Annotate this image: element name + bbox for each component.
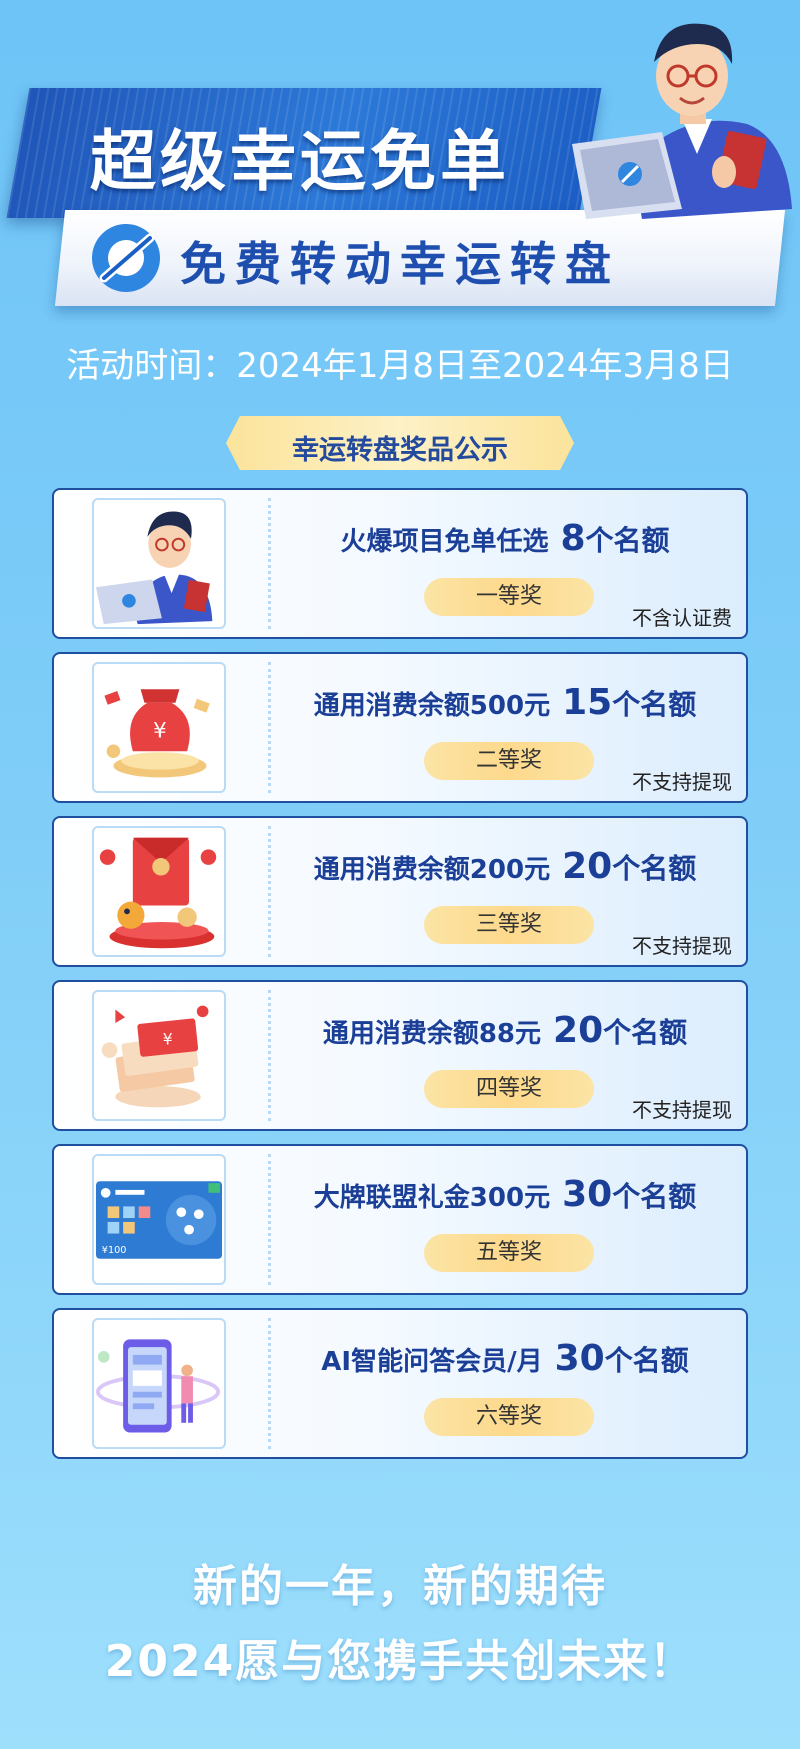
prize-level-badge: 六等奖 bbox=[424, 1398, 594, 1436]
svg-text:¥: ¥ bbox=[153, 719, 167, 744]
gift-card-icon: ¥100 bbox=[92, 1154, 226, 1285]
prize-level-badge: 三等奖 bbox=[424, 906, 594, 944]
brand-logo-icon bbox=[92, 224, 160, 292]
prize-note: 不支持提现 bbox=[632, 770, 732, 794]
gift-card-value: ¥100 bbox=[102, 1245, 127, 1256]
prize-card: 火爆项目免单任选 8个名额 一等奖 不含认证费 bbox=[52, 488, 748, 639]
prize-name: 火爆项目免单任选 bbox=[340, 527, 549, 557]
divider bbox=[268, 826, 271, 957]
prize-note: 不支持提现 bbox=[632, 1098, 732, 1122]
money-bag-icon: ¥ bbox=[92, 662, 226, 793]
prize-name: 大牌联盟礼金300元 bbox=[313, 1183, 551, 1213]
prize-level-badge: 五等奖 bbox=[424, 1234, 594, 1272]
divider bbox=[268, 498, 271, 629]
prize-card: AI智能问答会员/月 30个名额 六等奖 bbox=[52, 1308, 748, 1459]
divider bbox=[268, 662, 271, 793]
prize-count: 30 bbox=[554, 1338, 605, 1379]
prize-card: ¥ 通用消费余额500元 15个名额 二等奖 不支持提现 bbox=[52, 652, 748, 803]
prize-count: 15 bbox=[562, 682, 613, 723]
divider bbox=[268, 1154, 271, 1285]
prize-level-badge: 一等奖 bbox=[424, 578, 594, 616]
subtitle: 免费转动幸运转盘 bbox=[180, 237, 620, 291]
prize-description: AI智能问答会员/月 30个名额 bbox=[284, 1338, 726, 1379]
footer-line-1: 新的一年，新的期待 bbox=[193, 1561, 607, 1612]
prize-level-badge: 四等奖 bbox=[424, 1070, 594, 1108]
cash-stack-icon: ¥ bbox=[92, 990, 226, 1121]
prize-description: 通用消费余额200元 20个名额 bbox=[284, 846, 726, 887]
prize-note: 不支持提现 bbox=[632, 934, 732, 958]
prize-name: AI智能问答会员/月 bbox=[321, 1347, 543, 1377]
page-title: 超级幸运免单 bbox=[90, 123, 510, 200]
prize-unit: 个名额 bbox=[604, 1344, 689, 1377]
person-laptop-icon bbox=[92, 498, 226, 629]
prize-count: 20 bbox=[562, 846, 613, 887]
svg-text:¥: ¥ bbox=[163, 1030, 173, 1048]
prize-description: 通用消费余额88元 20个名额 bbox=[284, 1010, 726, 1051]
prize-unit: 个名额 bbox=[612, 688, 697, 721]
event-date: 活动时间：2024年1月8日至2024年3月8日 bbox=[66, 346, 734, 386]
prize-unit: 个名额 bbox=[603, 1016, 688, 1049]
prize-name: 通用消费余额88元 bbox=[322, 1019, 542, 1049]
prize-unit: 个名额 bbox=[612, 1180, 697, 1213]
prize-name: 通用消费余额200元 bbox=[313, 855, 551, 885]
prize-list-tag-label: 幸运转盘奖品公示 bbox=[292, 435, 508, 466]
hero-character-icon bbox=[572, 23, 792, 219]
prize-level-badge: 二等奖 bbox=[424, 742, 594, 780]
prize-unit: 个名额 bbox=[585, 524, 670, 557]
footer-line-2: 2024愿与您携手共创未来！ bbox=[104, 1636, 696, 1687]
prize-list: 火爆项目免单任选 8个名额 一等奖 不含认证费 ¥ 通用消费余额500元 15个名额… bbox=[52, 488, 748, 1472]
prize-unit: 个名额 bbox=[612, 852, 697, 885]
prize-count: 30 bbox=[562, 1174, 613, 1215]
divider bbox=[268, 1318, 271, 1449]
prize-list-tag: 幸运转盘奖品公示 bbox=[226, 416, 574, 470]
prize-card: ¥ 通用消费余额88元 20个名额 四等奖 不支持提现 bbox=[52, 980, 748, 1131]
prize-count: 8 bbox=[560, 518, 586, 559]
red-envelope-icon bbox=[92, 826, 226, 957]
prize-description: 通用消费余额500元 15个名额 bbox=[284, 682, 726, 723]
prize-name: 通用消费余额500元 bbox=[313, 691, 551, 721]
prize-description: 火爆项目免单任选 8个名额 bbox=[284, 518, 726, 559]
prize-count: 20 bbox=[553, 1010, 604, 1051]
prize-note: 不含认证费 bbox=[632, 606, 732, 630]
prize-card: 通用消费余额200元 20个名额 三等奖 不支持提现 bbox=[52, 816, 748, 967]
prize-description: 大牌联盟礼金300元 30个名额 bbox=[284, 1174, 726, 1215]
prize-card: ¥100 大牌联盟礼金300元 30个名额 五等奖 bbox=[52, 1144, 748, 1295]
smartphone-icon bbox=[92, 1318, 226, 1449]
divider bbox=[268, 990, 271, 1121]
